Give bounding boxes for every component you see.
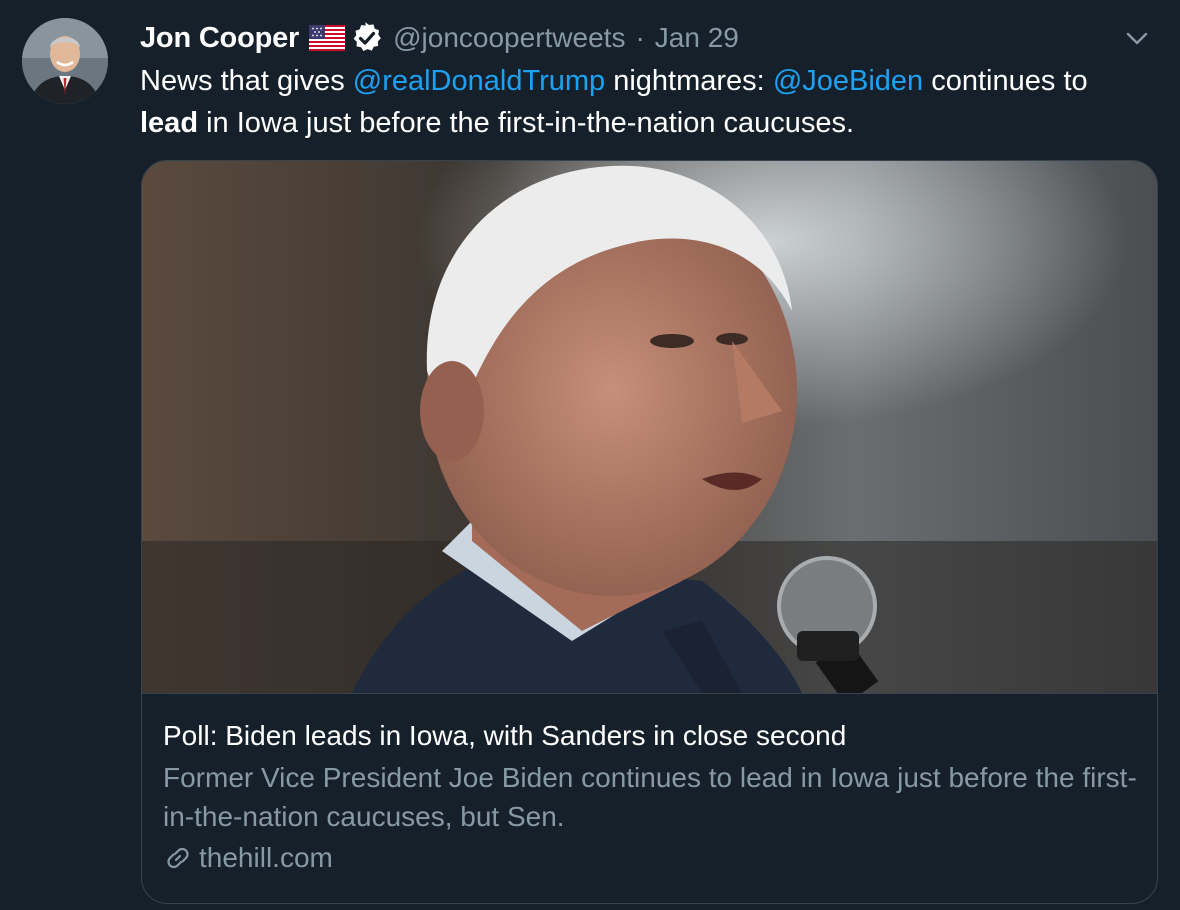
mention-link[interactable]: @realDonaldTrump: [353, 65, 605, 97]
link-icon: [167, 847, 189, 869]
card-domain-text[interactable]: thehill.com: [199, 842, 333, 874]
header-separator: ·: [635, 22, 645, 53]
author-name[interactable]: Jon Cooper: [140, 22, 299, 55]
card-image[interactable]: [142, 161, 1157, 705]
tweet-header: Jon Cooper @joncoopertweets · Jan 29: [140, 18, 739, 58]
tweet-text-bold: lead: [140, 107, 199, 139]
mention-link[interactable]: @JoeBiden: [773, 65, 923, 97]
card-body[interactable]: Poll: Biden leads in Iowa, with Sanders …: [163, 717, 1143, 874]
card-title[interactable]: Poll: Biden leads in Iowa, with Sanders …: [163, 717, 1143, 755]
chevron-down-icon[interactable]: [1124, 26, 1150, 52]
tweet-date[interactable]: Jan 29: [655, 22, 739, 54]
verified-badge-icon: [351, 22, 383, 54]
tweet-text-part: continues to: [923, 65, 1088, 97]
card-domain[interactable]: thehill.com: [163, 842, 1143, 874]
us-flag-icon: [309, 25, 346, 51]
tweet-text-part: nightmares:: [605, 65, 773, 97]
author-handle[interactable]: @joncoopertweets: [393, 22, 625, 54]
link-card[interactable]: Poll: Biden leads in Iowa, with Sanders …: [141, 160, 1158, 904]
tweet-text-part: News that gives: [140, 65, 353, 97]
tweet-text-part: in Iowa just before the first-in-the-nat…: [198, 107, 855, 139]
tweet-text: News that gives @realDonaldTrump nightma…: [140, 60, 1160, 144]
avatar[interactable]: [22, 18, 108, 104]
tweet[interactable]: Jon Cooper @joncoopertweets · Jan 29 New…: [0, 0, 1180, 910]
card-description: Former Vice President Joe Biden continue…: [163, 762, 1137, 832]
